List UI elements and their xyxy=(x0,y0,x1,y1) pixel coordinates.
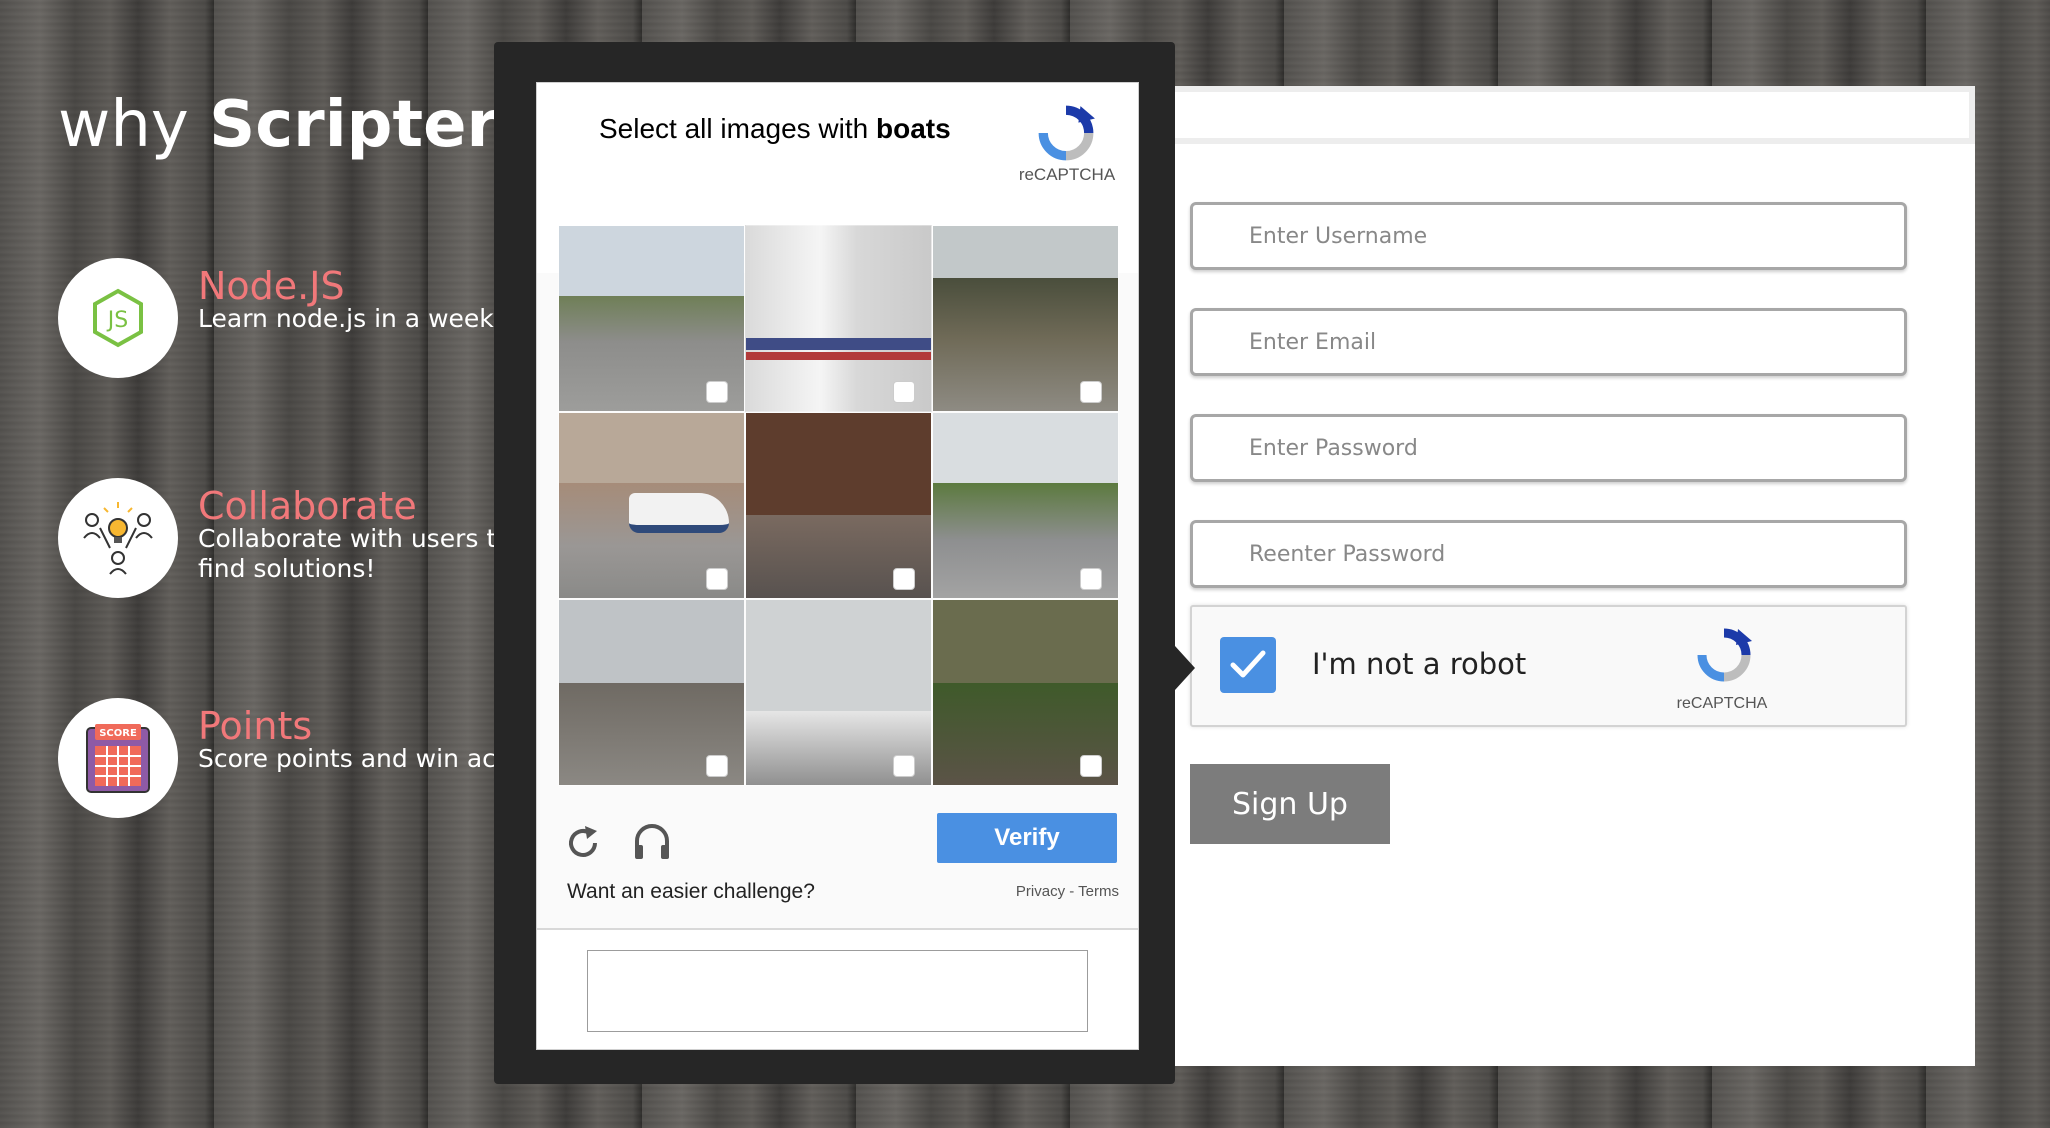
captcha-footer xyxy=(537,928,1138,1049)
tile-checkbox[interactable] xyxy=(1080,568,1102,590)
scoreboard-icon: SCORE xyxy=(86,724,150,793)
terms-link[interactable]: Terms xyxy=(1078,883,1119,900)
repassword-input[interactable] xyxy=(1190,520,1907,588)
username-input[interactable] xyxy=(1190,202,1907,270)
feature-desc: Collaborate with users to find solutions… xyxy=(198,524,512,583)
tile-checkbox[interactable] xyxy=(706,568,728,590)
feature-desc: Score points and win achievements xyxy=(198,744,528,773)
reload-icon[interactable] xyxy=(563,823,603,863)
captcha-brand: reCAPTCHA xyxy=(1018,165,1116,184)
captcha-image-grid xyxy=(558,225,1119,786)
tile-checkbox[interactable] xyxy=(1080,381,1102,403)
feature-icon-circle: JS xyxy=(58,258,178,378)
tile-checkbox[interactable] xyxy=(706,755,728,777)
legal-separator: - xyxy=(1065,883,1079,900)
easier-challenge-link[interactable]: Want an easier challenge? xyxy=(567,880,815,904)
captcha-tile[interactable] xyxy=(558,599,745,786)
robot-checkbox[interactable] xyxy=(1220,637,1276,693)
tile-checkbox[interactable] xyxy=(1080,755,1102,777)
title-why: why xyxy=(58,88,189,162)
captcha-challenge: Select all images with boats reCAPTCHA V… xyxy=(536,82,1139,1050)
feature-icon-circle xyxy=(58,478,178,598)
captcha-pointer xyxy=(1175,646,1195,690)
captcha-tile[interactable] xyxy=(745,412,932,599)
feature-title: Collaborate xyxy=(198,484,417,528)
captcha-tile[interactable] xyxy=(745,599,932,786)
checkmark-icon xyxy=(1230,650,1266,678)
collaborate-icon xyxy=(83,502,153,575)
email-input[interactable] xyxy=(1190,308,1907,376)
feature-points: SCORE Points Score points and win achiev… xyxy=(58,698,528,823)
feature-icon-circle: SCORE xyxy=(58,698,178,818)
svg-text:JS: JS xyxy=(106,308,128,333)
captcha-tile[interactable] xyxy=(932,412,1119,599)
tile-checkbox[interactable] xyxy=(893,568,915,590)
title-brand: Scripter? xyxy=(209,88,536,162)
feature-title: Node.JS xyxy=(198,264,345,308)
privacy-link[interactable]: Privacy xyxy=(1016,883,1065,900)
captcha-tile[interactable] xyxy=(932,225,1119,412)
captcha-prompt-target: boats xyxy=(876,113,951,144)
captcha-tile[interactable] xyxy=(558,412,745,599)
captcha-prompt: Select all images with boats xyxy=(599,113,951,145)
headphones-icon[interactable] xyxy=(631,821,673,863)
tile-checkbox[interactable] xyxy=(706,381,728,403)
robot-label: I'm not a robot xyxy=(1312,647,1527,681)
password-input[interactable] xyxy=(1190,414,1907,482)
signup-panel-header xyxy=(1150,86,1975,144)
signup-button[interactable]: Sign Up xyxy=(1190,764,1390,844)
feature-desc: Learn node.js in a week! xyxy=(198,304,504,333)
recaptcha-logo-icon xyxy=(1038,105,1095,161)
captcha-tile[interactable] xyxy=(745,225,932,412)
feature-collaborate: Collaborate Collaborate with users to fi… xyxy=(58,478,528,603)
captcha-tile[interactable] xyxy=(558,225,745,412)
svg-text:SCORE: SCORE xyxy=(99,728,137,739)
nodejs-icon: JS xyxy=(93,288,143,348)
verify-button[interactable]: Verify xyxy=(937,813,1117,863)
recaptcha-brand: reCAPTCHA xyxy=(1676,695,1768,712)
captcha-response-box[interactable] xyxy=(587,950,1088,1032)
captcha-legal: Privacy - Terms xyxy=(997,883,1119,900)
tile-checkbox[interactable] xyxy=(893,755,915,777)
captcha-prompt-prefix: Select all images with xyxy=(599,113,869,144)
captcha-tile[interactable] xyxy=(932,599,1119,786)
page-title: why Scripter? xyxy=(58,88,535,162)
tile-checkbox[interactable] xyxy=(893,381,915,403)
feature-nodejs: JS Node.JS Learn node.js in a week! xyxy=(58,258,528,383)
feature-title: Points xyxy=(198,704,313,748)
recaptcha-logo-icon xyxy=(1697,628,1752,682)
recaptcha-widget: I'm not a robot reCAPTCHA xyxy=(1190,605,1907,727)
